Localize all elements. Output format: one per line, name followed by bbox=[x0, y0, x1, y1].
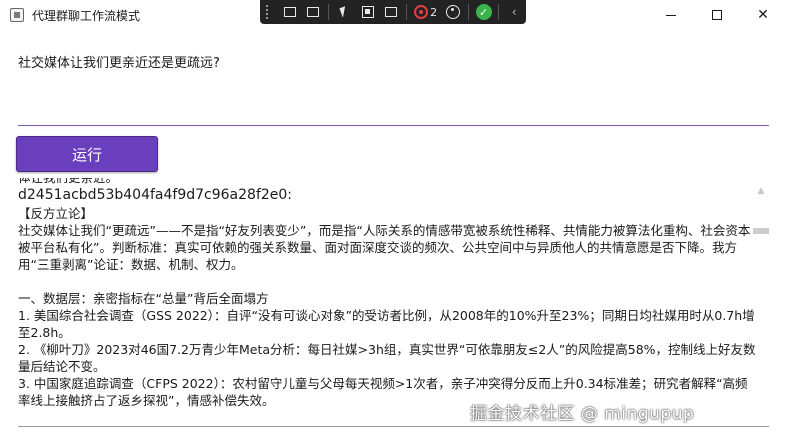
list-item: 1. 美国综合社会调查（GSS 2022）：自评“没有可谈心对象”的受访者比例，… bbox=[18, 308, 755, 340]
track-focus-button[interactable] bbox=[379, 2, 403, 22]
select-element-button[interactable] bbox=[332, 2, 356, 22]
display-layout-adorners-icon bbox=[361, 6, 374, 18]
accessibility-icon bbox=[445, 5, 460, 19]
toolbar-divider bbox=[467, 4, 469, 20]
collapse-toolbar-button[interactable]: ‹ bbox=[502, 2, 526, 22]
maximize-button[interactable] bbox=[694, 0, 740, 30]
watermark: 掘金技术社区 @ mingupup bbox=[470, 404, 695, 424]
toolbar-grip-icon[interactable] bbox=[266, 5, 272, 19]
scrollbar-thumb[interactable] bbox=[753, 228, 769, 234]
output-bottom-border bbox=[18, 426, 769, 427]
app-window-icon bbox=[10, 8, 24, 22]
window-title: 代理群聊工作流模式 bbox=[32, 9, 141, 23]
collapse-chevron-icon: ‹ bbox=[511, 5, 517, 19]
toolbar-divider bbox=[498, 4, 500, 20]
checkmark-icon: ✓ bbox=[475, 4, 492, 20]
minimize-button[interactable] bbox=[648, 0, 694, 30]
xaml-debug-toolbar: 2 ✓ ‹ bbox=[260, 0, 526, 24]
live-visual-tree-icon bbox=[283, 7, 296, 17]
input-underline bbox=[18, 125, 769, 126]
video-icon bbox=[307, 7, 320, 17]
output-paragraph: 社交媒体让我们“更疏远”——不是指“好友列表变少”，而是指“人际关系的情感带宽被… bbox=[18, 223, 751, 272]
error-count: 2 bbox=[430, 5, 438, 19]
display-layout-adorners-button[interactable] bbox=[356, 2, 380, 22]
run-button[interactable]: 运行 bbox=[16, 136, 158, 172]
section-header: 【反方立论】 bbox=[18, 206, 94, 221]
output-subheading: 一、数据层：亲密指标在“总量”背后全面塌方 bbox=[18, 291, 269, 306]
video-button[interactable] bbox=[302, 2, 326, 22]
hot-reload-status-button[interactable]: ✓ bbox=[472, 2, 496, 22]
scroll-up-icon[interactable]: ▲ bbox=[754, 184, 768, 198]
prompt-input[interactable]: 社交媒体让我们更亲近还是更疏远? bbox=[18, 52, 220, 71]
agent-id: d2451acbd53b404fa4f9d7c96a28f2e0: bbox=[18, 187, 293, 203]
close-icon: ✕ bbox=[757, 7, 769, 23]
select-element-icon bbox=[339, 6, 349, 18]
track-focus-icon bbox=[385, 7, 398, 17]
toolbar-divider bbox=[328, 4, 330, 20]
output-partial-line: 体让我们更亲近。 bbox=[18, 178, 758, 186]
minimize-icon bbox=[666, 14, 676, 16]
accessibility-button[interactable] bbox=[441, 2, 465, 22]
output-text-area[interactable]: 体让我们更亲近。 d2451acbd53b404fa4f9d7c96a28f2e… bbox=[18, 178, 758, 424]
close-button[interactable]: ✕ bbox=[740, 0, 786, 30]
binding-errors-button[interactable]: 2 bbox=[410, 5, 441, 19]
list-item: 2. 《柳叶刀》2023对46国7.2万青少年Meta分析：每日社媒>3h组，真… bbox=[18, 342, 756, 374]
toolbar-divider bbox=[406, 4, 408, 20]
error-icon bbox=[414, 5, 429, 19]
maximize-icon bbox=[712, 10, 722, 20]
live-visual-tree-button[interactable] bbox=[278, 2, 302, 22]
